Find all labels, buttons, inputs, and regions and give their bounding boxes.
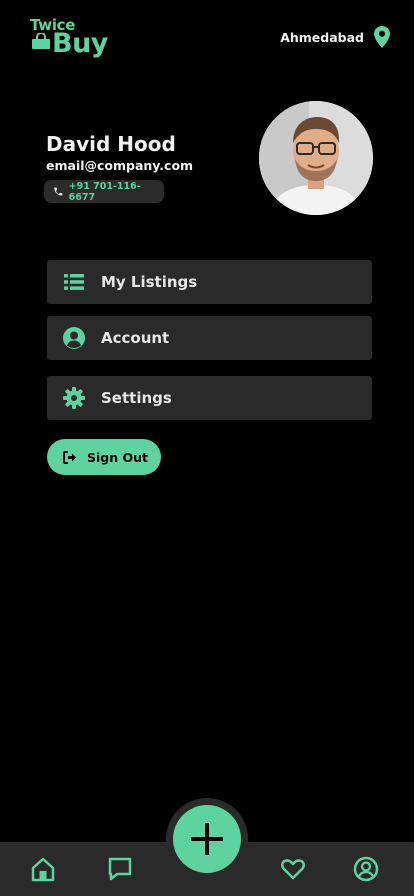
heart-icon — [281, 859, 305, 880]
sign-out-button[interactable]: Sign Out — [47, 439, 161, 475]
twicebuy-logo[interactable]: Twice Buy — [30, 16, 120, 60]
menu-item-account[interactable]: Account — [47, 316, 372, 360]
gear-icon — [63, 387, 85, 409]
location-label: Ahmedabad — [280, 29, 364, 45]
home-icon — [31, 857, 55, 882]
phone-number: +91 701-116-6677 — [68, 180, 141, 203]
nav-profile[interactable] — [352, 855, 380, 883]
menu-item-label: Account — [101, 329, 170, 347]
avatar-photo — [259, 101, 373, 215]
shopping-bag-icon — [32, 33, 50, 49]
sign-out-label: Sign Out — [87, 449, 148, 465]
profile-icon — [353, 856, 379, 882]
map-pin-icon — [374, 26, 390, 48]
nav-home[interactable] — [29, 855, 57, 883]
user-circle-icon — [63, 327, 85, 349]
nav-favorites[interactable] — [279, 855, 307, 883]
menu-item-label: Settings — [101, 389, 172, 407]
profile-name: David Hood — [46, 132, 176, 156]
menu-item-label: My Listings — [101, 273, 198, 291]
avatar[interactable] — [259, 101, 373, 215]
nav-chat[interactable] — [106, 855, 134, 883]
app-header: Twice Buy Ahmedabad — [0, 0, 414, 80]
add-listing-button[interactable] — [173, 805, 241, 873]
location-selector[interactable]: Ahmedabad — [280, 26, 390, 48]
phone-icon — [54, 187, 63, 196]
phone-chip[interactable]: +91 701-116-6677 — [44, 180, 164, 203]
profile-email: email@company.com — [46, 158, 194, 173]
plus-icon — [191, 823, 223, 855]
menu-item-my-listings[interactable]: My Listings — [47, 260, 372, 304]
logo-text-bottom: Buy — [52, 28, 108, 59]
menu-item-settings[interactable]: Settings — [47, 376, 372, 420]
chat-icon — [108, 857, 132, 881]
sign-out-icon — [63, 450, 76, 464]
list-icon — [63, 271, 85, 293]
